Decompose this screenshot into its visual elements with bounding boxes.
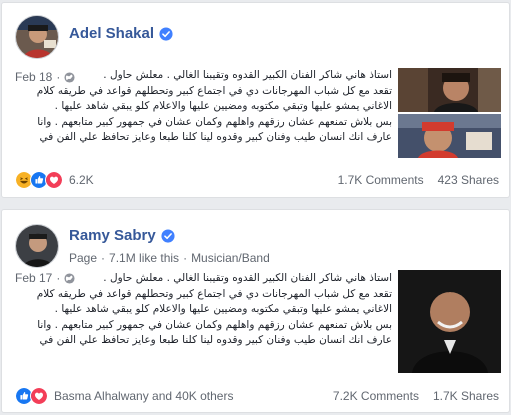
page-likes[interactable]: 7.1M like this (109, 251, 179, 265)
reactions-bar: 6.2K 1.7K Comments 423 Shares (15, 169, 499, 191)
post-card: Adel Shakal Feb 18 · استاذ هاني شاكر الف… (1, 2, 510, 198)
page-label: Page (69, 251, 98, 265)
comments-count[interactable]: 1.7K Comments (338, 173, 424, 187)
post-text-line: استاذ هاني شاكر الفنان الكبير القدوه وتق… (103, 272, 392, 284)
verified-badge-icon (159, 26, 173, 41)
love-icon (30, 387, 48, 405)
post-text-line: عارف انك انسان طيب وفنان كبير وقدوه لينا… (39, 131, 392, 144)
author-name[interactable]: Adel Shakal (69, 25, 154, 42)
post-text-line: بس بلاش تمنعهم عشان رزقهم واهلهم وكمان ع… (37, 115, 392, 128)
reaction-count[interactable]: 6.2K (69, 173, 94, 187)
post-text-line: استاذ هاني شاكر الفنان الكبير القدوه وتق… (103, 69, 392, 81)
verified-badge-icon (161, 228, 175, 243)
avatar[interactable] (15, 15, 59, 59)
reactions-bar: Basma Alhalwany and 40K others 7.2K Comm… (15, 385, 499, 407)
post-text-line: الاغاني يمشو عليها وتبقي مكتوبه ومضيين ع… (54, 303, 392, 316)
shares-count[interactable]: 1.7K Shares (433, 389, 499, 403)
reaction-icons[interactable] (15, 387, 48, 405)
post-image[interactable] (398, 270, 501, 373)
author-name[interactable]: Ramy Sabry (69, 227, 156, 244)
comments-count[interactable]: 7.2K Comments (333, 389, 419, 403)
post-image[interactable] (398, 68, 501, 112)
post-text-line: تقعد مع كل شباب المهرجانات دي في اجتماع … (36, 84, 392, 97)
avatar[interactable] (15, 224, 59, 268)
reaction-icons[interactable] (15, 171, 63, 189)
post-text: استاذ هاني شاكر الفنان الكبير القدوه وتق… (15, 271, 392, 349)
post-text-line: الاغاني يمشو عليها وتبقي مكتوبه ومضيين ع… (54, 100, 392, 113)
post-image[interactable] (398, 114, 501, 158)
page-info: Page · 7.1M like this · Musician/Band (69, 251, 270, 265)
post-images (398, 68, 501, 160)
shares-count[interactable]: 423 Shares (438, 173, 499, 187)
separator-dot: · (183, 251, 188, 265)
post-text: استاذ هاني شاكر الفنان الكبير القدوه وتق… (15, 68, 392, 146)
separator-dot: · (101, 251, 106, 265)
post-text-line: بس بلاش تمنعهم عشان رزقهم واهلهم وكمان ع… (37, 318, 392, 331)
reaction-summary[interactable]: Basma Alhalwany and 40K others (54, 389, 233, 403)
love-icon (45, 171, 63, 189)
page-category[interactable]: Musician/Band (191, 251, 270, 265)
post-text-line: عارف انك انسان طيب وفنان كبير وقدوه لينا… (39, 334, 392, 347)
post-text-line: تقعد مع كل شباب المهرجانات دي في اجتماع … (36, 287, 392, 300)
post-card: Ramy Sabry Page · 7.1M like this · Music… (1, 209, 510, 413)
